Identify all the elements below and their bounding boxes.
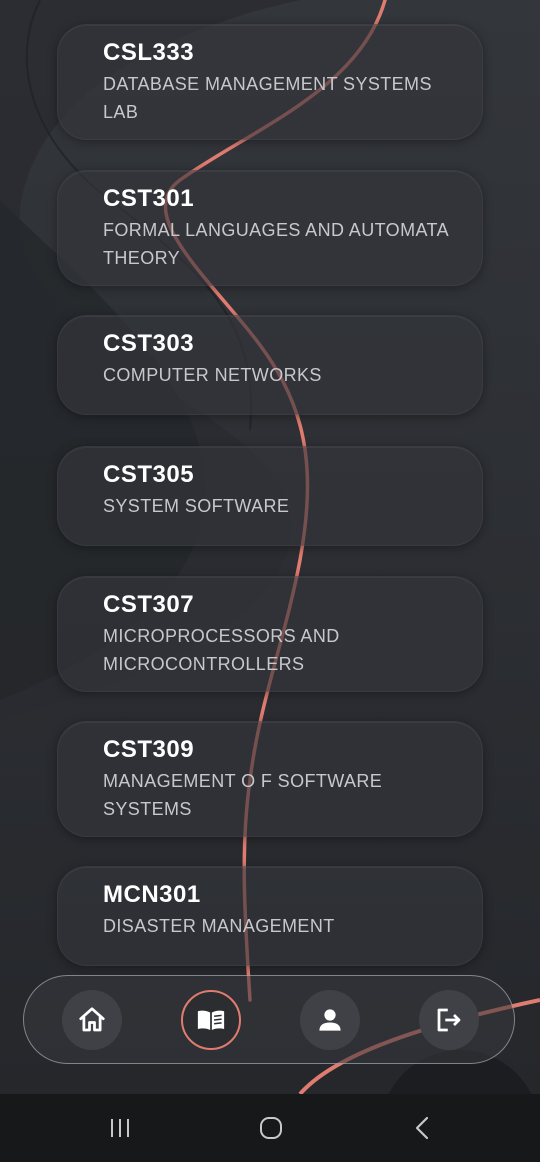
course-code: CST309 xyxy=(103,736,195,763)
bottom-nav-bar xyxy=(23,975,515,1064)
course-code: CST303 xyxy=(103,330,195,357)
course-name: COMPUTER NETWORKS xyxy=(103,365,322,385)
logout-icon xyxy=(437,1008,461,1032)
nav-home-button[interactable] xyxy=(62,990,122,1050)
nav-logout-button[interactable] xyxy=(419,990,479,1050)
system-navigation-bar xyxy=(0,1094,540,1162)
course-name: DISASTER MANAGEMENT xyxy=(103,916,335,936)
course-card[interactable]: CST305 SYSTEM SOFTWARE xyxy=(57,446,483,546)
course-card[interactable]: CST307 MICROPROCESSORS AND MICROCONTROLL… xyxy=(57,576,483,692)
course-card[interactable]: CST301 FORMAL LANGUAGES AND AUTOMATA THE… xyxy=(57,170,483,286)
course-name: FORMAL LANGUAGES AND AUTOMATA THEORY xyxy=(103,220,449,268)
book-icon xyxy=(197,1010,225,1030)
course-card[interactable]: CSL333 DATABASE MANAGEMENT SYSTEMS LAB xyxy=(57,24,483,140)
course-name: MANAGEMENT O F SOFTWARE SYSTEMS xyxy=(103,771,383,819)
nav-courses-button[interactable] xyxy=(181,990,241,1050)
course-card[interactable]: CST309 MANAGEMENT O F SOFTWARE SYSTEMS xyxy=(57,721,483,837)
course-code: CST301 xyxy=(103,185,195,212)
course-card[interactable]: MCN301 DISASTER MANAGEMENT xyxy=(57,866,483,966)
course-code: CST305 xyxy=(103,461,195,488)
nav-profile-button[interactable] xyxy=(300,990,360,1050)
course-code: CSL333 xyxy=(103,39,195,66)
recent-apps-icon[interactable] xyxy=(105,1114,135,1142)
home-icon xyxy=(79,1007,105,1032)
course-name: DATABASE MANAGEMENT SYSTEMS LAB xyxy=(103,74,432,122)
back-icon[interactable] xyxy=(408,1114,438,1142)
course-code: CST307 xyxy=(103,591,195,618)
person-icon xyxy=(319,1009,341,1031)
home-circle-icon[interactable] xyxy=(256,1114,286,1142)
course-code: MCN301 xyxy=(103,881,201,908)
course-card[interactable]: CST303 COMPUTER NETWORKS xyxy=(57,315,483,415)
course-name: SYSTEM SOFTWARE xyxy=(103,496,290,516)
course-name: MICROPROCESSORS AND MICROCONTROLLERS xyxy=(103,626,340,674)
